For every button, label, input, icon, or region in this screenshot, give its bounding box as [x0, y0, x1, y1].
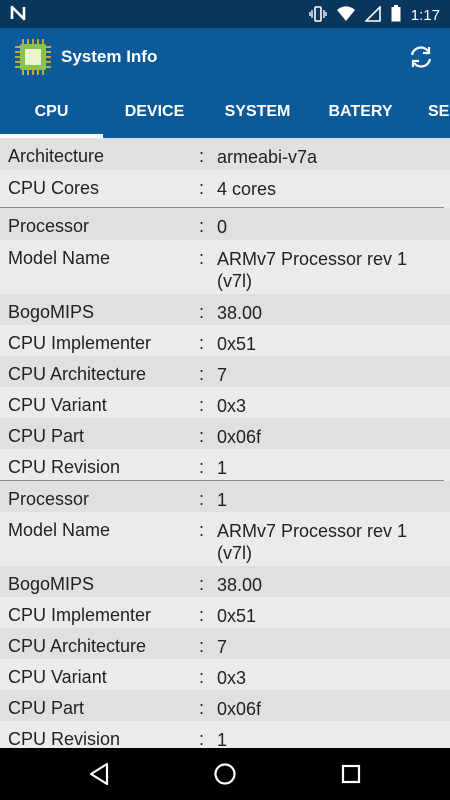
info-separator: : [199, 248, 205, 268]
app-title: System Info [61, 47, 158, 66]
info-separator: : [199, 636, 205, 656]
info-key: Processor [8, 216, 90, 236]
info-separator: : [199, 364, 205, 384]
tab-label: SE [428, 103, 450, 120]
info-key: Model Name [8, 248, 111, 268]
back-icon[interactable] [88, 762, 110, 791]
tab-system[interactable]: SYSTEM [206, 86, 309, 138]
info-value: 1 [217, 490, 228, 510]
info-value: ARMv7 Processor rev 1 (v7l) [217, 521, 408, 563]
info-value: 0x3 [217, 396, 247, 416]
wifi-icon [336, 5, 355, 26]
info-key: CPU Implementer [8, 605, 152, 625]
tab-label: CPU [34, 103, 69, 120]
status-time: 1:17 [410, 7, 440, 24]
info-value: 0x06f [217, 699, 262, 719]
cell-signal-icon [363, 4, 381, 26]
tab-device[interactable]: DEVICE [103, 86, 206, 138]
info-key: CPU Part [8, 426, 85, 446]
info-key: CPU Variant [8, 667, 107, 687]
info-value: 38.00 [217, 303, 263, 323]
info-separator: : [199, 489, 205, 509]
info-separator: : [199, 426, 205, 446]
info-value: 7 [217, 637, 228, 657]
info-separator: : [199, 667, 205, 687]
tab-bar: CPU DEVICE SYSTEM BATERY SE [0, 86, 450, 138]
info-value: ARMv7 Processor rev 1 (v7l) [217, 249, 408, 291]
tab-battery[interactable]: BATERY [309, 86, 412, 138]
info-separator: : [199, 395, 205, 415]
info-row: CPU Revision : 1 [0, 721, 450, 748]
info-key: BogoMIPS [8, 574, 95, 594]
info-row: Processor : 0 [0, 208, 450, 240]
info-separator: : [199, 729, 205, 748]
info-key: BogoMIPS [8, 302, 95, 322]
info-row: Model Name : ARMv7 Processor rev 1 (v7l) [0, 240, 450, 294]
tab-label: BATERY [328, 103, 393, 120]
info-row: CPU Part : 0x06f [0, 690, 450, 721]
tab-cpu[interactable]: CPU [0, 86, 103, 138]
info-separator: : [199, 457, 205, 477]
info-row: CPU Implementer : 0x51 [0, 597, 450, 628]
info-key: Architecture [8, 146, 105, 166]
info-row: CPU Architecture : 7 [0, 628, 450, 659]
info-separator: : [199, 178, 205, 198]
info-separator: : [199, 302, 205, 322]
app-bar: System Info [0, 28, 450, 86]
tab-label: SYSTEM [224, 103, 291, 120]
info-row: BogoMIPS : 38.00 [0, 566, 450, 597]
info-key: CPU Revision [8, 457, 121, 477]
info-separator: : [199, 574, 205, 594]
info-separator: : [199, 333, 205, 353]
info-row: Model Name : ARMv7 Processor rev 1 (v7l) [0, 512, 450, 566]
info-key: CPU Architecture [8, 364, 147, 384]
recents-icon[interactable] [341, 764, 361, 789]
info-row: CPU Part : 0x06f [0, 418, 450, 449]
info-row: CPU Implementer : 0x51 [0, 325, 450, 356]
vibrate-icon [309, 5, 327, 26]
home-icon[interactable] [213, 762, 237, 791]
info-separator: : [199, 605, 205, 625]
info-key: CPU Variant [8, 395, 107, 415]
battery-icon [391, 5, 401, 26]
info-row: CPU Cores : 4 cores [0, 170, 450, 208]
info-value: 4 cores [217, 179, 277, 199]
info-value: 7 [217, 365, 228, 385]
info-row: CPU Revision : 1 [0, 449, 450, 481]
info-value: 38.00 [217, 575, 263, 595]
info-key: CPU Revision [8, 729, 121, 748]
info-key: Model Name [8, 520, 111, 540]
cpu-info-list[interactable]: Architecture : armeabi-v7a CPU Cores : 4… [0, 138, 450, 748]
info-value: 0x06f [217, 427, 262, 447]
info-key: CPU Implementer [8, 333, 152, 353]
tab-label: DEVICE [124, 103, 185, 120]
info-key: CPU Part [8, 698, 85, 718]
info-value: 1 [217, 458, 228, 478]
info-value: armeabi-v7a [217, 147, 318, 167]
info-row: CPU Architecture : 7 [0, 356, 450, 387]
refresh-icon[interactable] [408, 44, 434, 70]
info-separator: : [199, 520, 205, 540]
info-separator: : [199, 216, 205, 236]
info-key: Processor [8, 489, 90, 509]
info-value: 0x51 [217, 606, 257, 626]
tab-sensors[interactable]: SE [412, 86, 450, 138]
info-row: Processor : 1 [0, 481, 450, 512]
cpu-chip-icon [14, 38, 52, 76]
info-key: CPU Architecture [8, 636, 147, 656]
info-row: CPU Variant : 0x3 [0, 659, 450, 690]
n-notification-icon [10, 5, 26, 26]
info-separator: : [199, 698, 205, 718]
info-row: Architecture : armeabi-v7a [0, 138, 450, 170]
status-bar: 1:17 [0, 0, 450, 28]
info-value: 0x51 [217, 334, 257, 354]
info-value: 0 [217, 217, 228, 237]
info-row: CPU Variant : 0x3 [0, 387, 450, 418]
info-key: CPU Cores [8, 178, 100, 198]
info-value: 0x3 [217, 668, 247, 688]
info-value: 1 [217, 730, 228, 748]
info-row: BogoMIPS : 38.00 [0, 294, 450, 325]
navigation-bar [0, 748, 450, 800]
info-separator: : [199, 146, 205, 166]
